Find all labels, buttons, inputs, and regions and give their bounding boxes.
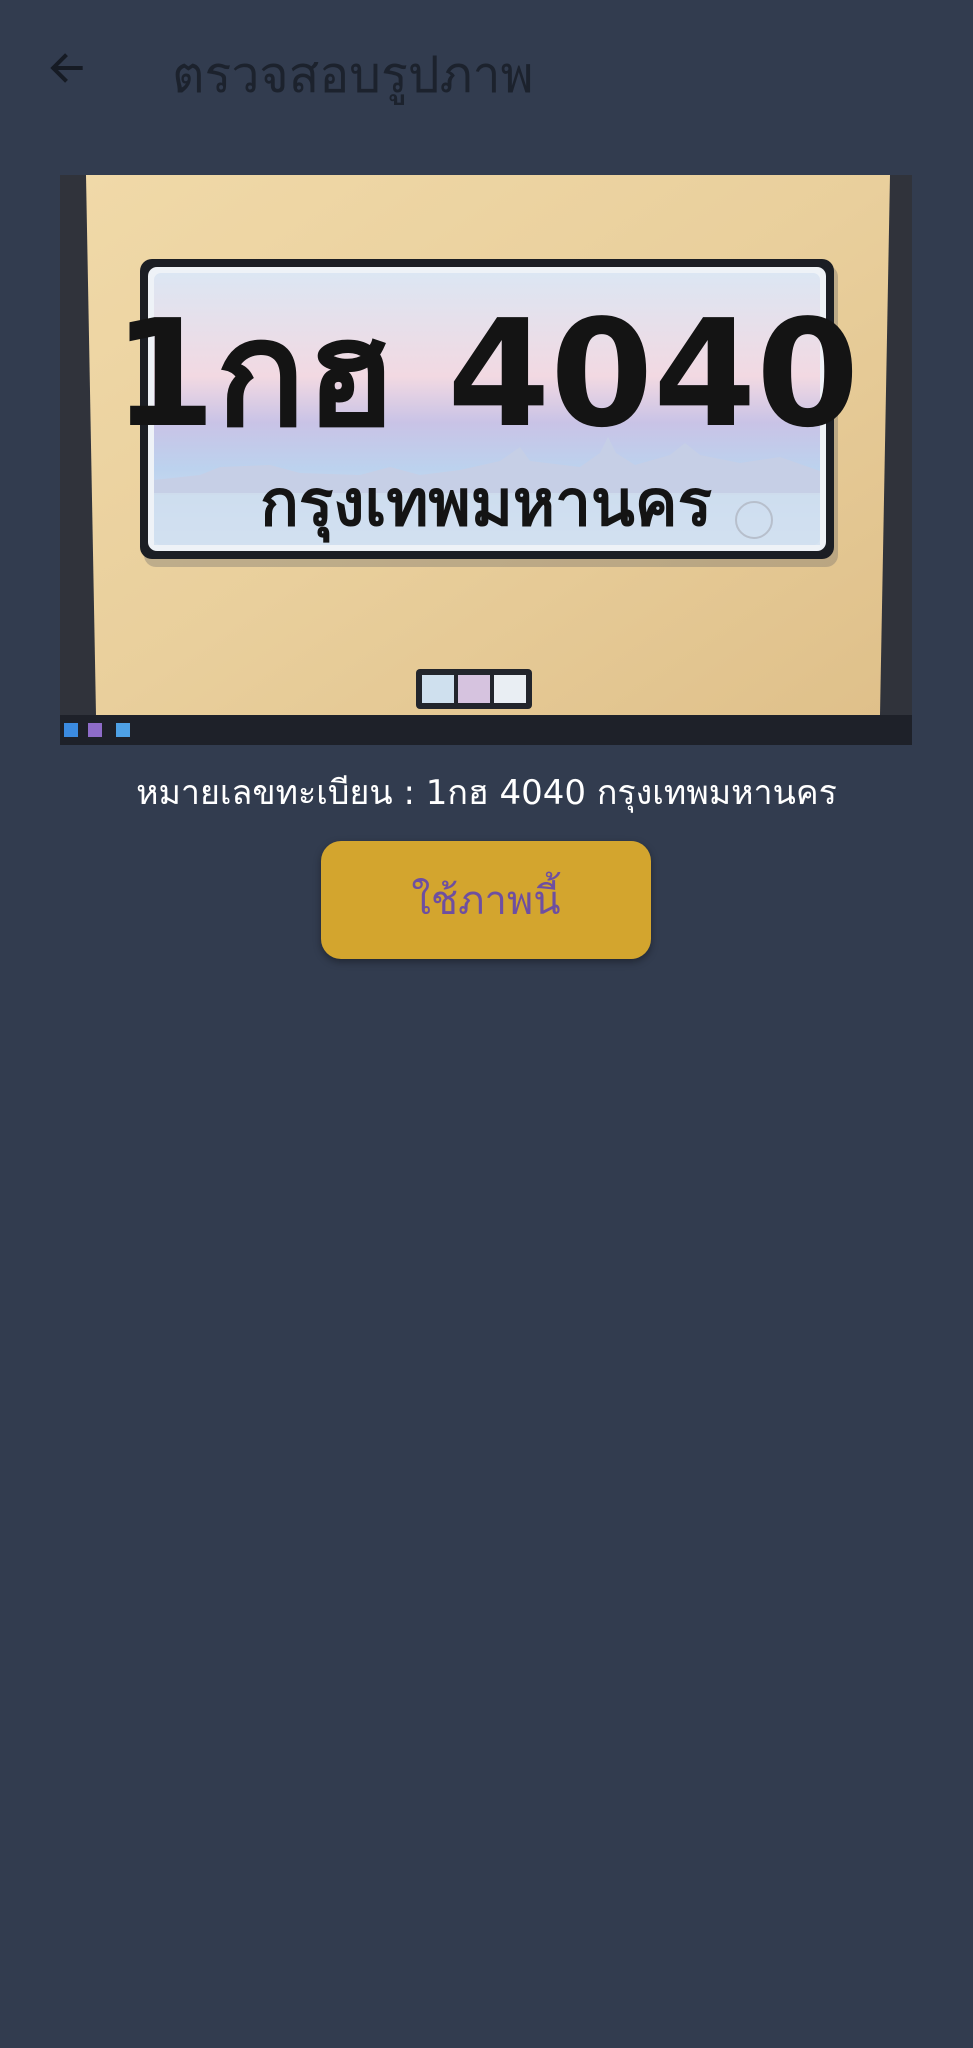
- plate-number-text: 1กฮ 4040: [113, 288, 859, 460]
- page-title: ตรวจสอบรูปภาพ: [172, 46, 534, 104]
- use-photo-button[interactable]: ใช้ภาพนี้: [321, 841, 651, 959]
- plate-province-text: กรุงเทพมหานคร: [260, 467, 712, 543]
- plate-result-text: หมายเลขทะเบียน : 1กฮ 4040 กรุงเทพมหานคร: [136, 773, 837, 813]
- app-bar: ตรวจสอบรูปภาพ: [0, 0, 973, 150]
- license-plate-photo: 1กฮ 4040 กรุงเทพมหานคร: [60, 175, 912, 745]
- use-photo-label: ใช้ภาพนี้: [411, 878, 561, 924]
- back-button[interactable]: [36, 38, 96, 98]
- arrow-left-icon: [50, 53, 83, 83]
- captured-photo: 1กฮ 4040 กรุงเทพมหานคร: [60, 175, 912, 745]
